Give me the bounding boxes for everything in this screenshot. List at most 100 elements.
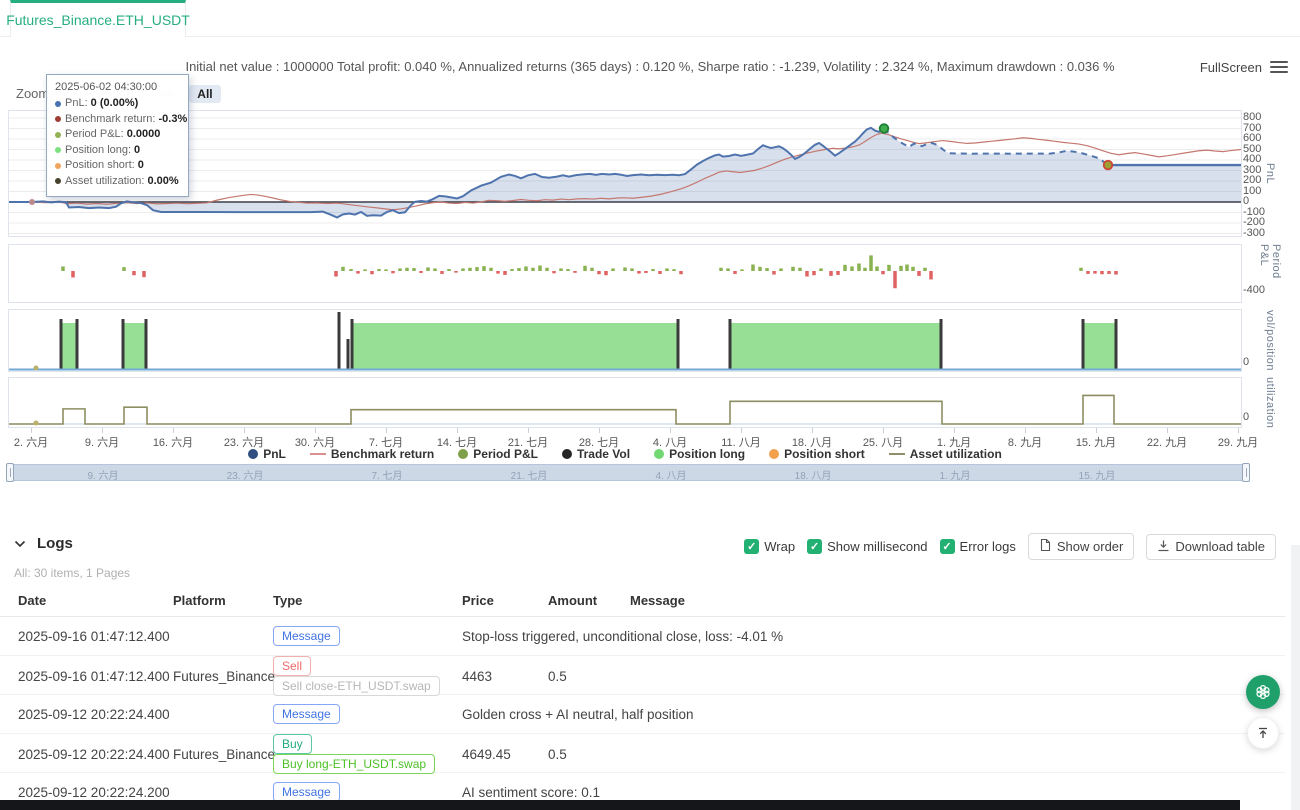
show-order-button[interactable]: Show order <box>1028 533 1134 560</box>
vol-axis-title: vol/position <box>1262 309 1278 372</box>
series-dot-icon <box>55 116 61 122</box>
checkbox-show-millisecond[interactable]: ✓Show millisecond <box>807 539 927 554</box>
tooltip-row: PnL:0 (0.00%) <box>55 96 180 112</box>
brush-handle-right[interactable] <box>1242 463 1250 482</box>
utilization-chart <box>9 378 1241 427</box>
download-icon <box>1157 539 1170 555</box>
table-row[interactable]: 2025-09-12 20:22:24.400MessageGolden cro… <box>0 695 1285 734</box>
x-axis-tick <box>457 428 458 433</box>
cell-type: SellSell close-ETH_USDT.swap <box>273 656 462 696</box>
bottom-dark-bar <box>0 800 1240 810</box>
brush-label: 21. 七月 <box>494 467 564 482</box>
tooltip-row-label: PnL: <box>65 96 88 112</box>
table-row[interactable]: 2025-09-16 01:47:12.400MessageStop-loss … <box>0 617 1285 656</box>
cell-date: 2025-09-16 01:47:12.400 <box>18 669 173 684</box>
brush-handle-left[interactable] <box>6 463 14 482</box>
legend-marker-icon <box>769 449 779 459</box>
logs-count: All: 30 items, 1 Pages <box>14 566 130 580</box>
tooltip-row-value: 0.00% <box>147 174 178 190</box>
cell-date: 2025-09-12 20:22:24.400 <box>18 707 173 722</box>
cell-type: Message <box>273 626 462 646</box>
series-dot-icon <box>55 101 61 107</box>
type-badge-gray[interactable]: Sell close-ETH_USDT.swap <box>273 676 440 696</box>
fullscreen-button[interactable]: FullScreen <box>1200 60 1262 75</box>
tooltip-row-value: 0 <box>138 158 144 174</box>
type-badge-blue[interactable]: Message <box>273 626 340 646</box>
ai-knot-icon <box>1254 683 1272 701</box>
ai-assistant-button[interactable] <box>1246 675 1280 709</box>
vol-position-chart-panel[interactable] <box>8 309 1242 372</box>
legend-item-pnl[interactable]: PnL <box>248 447 286 461</box>
table-body: 2025-09-16 01:47:12.400MessageStop-loss … <box>0 617 1285 810</box>
tooltip-row-value: 0.0000 <box>127 127 161 143</box>
utilization-chart-panel[interactable] <box>8 377 1242 428</box>
legend-marker-icon <box>458 449 468 459</box>
x-axis-tick <box>1238 428 1239 433</box>
legend-item-position-short[interactable]: Position short <box>769 447 865 461</box>
table-row[interactable]: 2025-09-16 01:47:12.400Futures_BinanceSe… <box>0 656 1285 695</box>
cell-platform: Futures_Binance <box>173 669 273 684</box>
checkbox-label: Show millisecond <box>827 539 927 554</box>
x-axis-tick <box>812 428 813 433</box>
series-dot-icon <box>55 178 61 184</box>
period-pnl-chart-panel[interactable] <box>8 244 1242 303</box>
legend-item-trade-vol[interactable]: Trade Vol <box>562 447 630 461</box>
chart-tooltip: 2025-06-02 04:30:00 PnL:0 (0.00%)Benchma… <box>46 74 189 197</box>
type-badge-blue[interactable]: Message <box>273 782 340 802</box>
legend-item-position-long[interactable]: Position long <box>654 447 745 461</box>
file-icon <box>1039 538 1052 555</box>
series-dot-icon <box>55 163 61 169</box>
legend-label: Asset utilization <box>910 447 1002 461</box>
checkbox-wrap[interactable]: ✓Wrap <box>744 539 795 554</box>
column-header-amount: Amount <box>548 593 630 608</box>
collapse-chevron-icon[interactable] <box>14 540 26 548</box>
column-header-date: Date <box>18 593 173 608</box>
checkbox-checked-icon: ✓ <box>744 539 759 554</box>
tooltip-row-label: Period P&L: <box>65 127 124 143</box>
series-dot-icon <box>55 132 61 138</box>
chart-legend: PnL Benchmark return Period P&L Trade Vol Po… <box>0 447 1250 461</box>
x-axis-tick <box>954 428 955 433</box>
tooltip-timestamp: 2025-06-02 04:30:00 <box>55 81 180 93</box>
tooltip-row: Period P&L:0.0000 <box>55 127 180 143</box>
backtest-page: Futures_Binance.ETH_USDT Initial net val… <box>0 0 1300 810</box>
cell-amount: 0.5 <box>548 747 630 762</box>
x-axis-tick <box>670 428 671 433</box>
tooltip-row: Position short:0 <box>55 158 180 174</box>
cell-date: 2025-09-12 20:22:24.200 <box>18 785 173 800</box>
summary-stats: Initial net value : 1000000 Total profit… <box>0 59 1300 74</box>
type-badge-green[interactable]: Buy long-ETH_USDT.swap <box>273 754 435 774</box>
legend-marker-icon <box>562 449 572 459</box>
column-header-price: Price <box>462 593 548 608</box>
brush-label: 4. 八月 <box>636 467 706 482</box>
pnl-chart-panel[interactable] <box>8 110 1242 237</box>
scroll-top-icon <box>1256 726 1270 740</box>
zoom-button-all[interactable]: All <box>189 85 220 103</box>
datazoom-brush[interactable]: 9. 六月23. 六月7. 七月21. 七月4. 八月18. 八月1. 九月15… <box>8 464 1248 481</box>
tab-futures-binance-eth-usdt[interactable]: Futures_Binance.ETH_USDT <box>10 0 186 37</box>
legend-label: Position short <box>784 447 865 461</box>
checkbox-error-logs[interactable]: ✓Error logs <box>940 539 1016 554</box>
chart-menu-icon[interactable] <box>1270 61 1288 74</box>
x-axis-tick <box>528 428 529 433</box>
x-axis-tick <box>1025 428 1026 433</box>
button-label: Show order <box>1057 539 1123 554</box>
legend-label: Period P&L <box>473 447 538 461</box>
x-axis-tick <box>315 428 316 433</box>
period-pnl-chart <box>9 245 1241 302</box>
type-badge-blue[interactable]: Message <box>273 704 340 724</box>
type-badge-red[interactable]: Sell <box>273 656 311 676</box>
table-row[interactable]: 2025-09-12 20:22:24.400Futures_BinanceBu… <box>0 734 1285 773</box>
column-header-type: Type <box>273 593 462 608</box>
page-scrollbar-gutter[interactable] <box>1291 545 1300 810</box>
scroll-to-top-button[interactable] <box>1247 717 1279 749</box>
legend-item-benchmark-return[interactable]: Benchmark return <box>310 447 434 461</box>
x-axis-tick <box>31 428 32 433</box>
legend-item-period-p-l[interactable]: Period P&L <box>458 447 538 461</box>
tooltip-row-label: Asset utilization: <box>65 174 144 190</box>
x-axis-tick <box>244 428 245 433</box>
legend-item-asset-utilization[interactable]: Asset utilization <box>889 447 1002 461</box>
tooltip-row-value: 0 (0.00%) <box>91 96 139 112</box>
download-table-button[interactable]: Download table <box>1146 534 1276 560</box>
type-badge-teal[interactable]: Buy <box>273 734 312 754</box>
